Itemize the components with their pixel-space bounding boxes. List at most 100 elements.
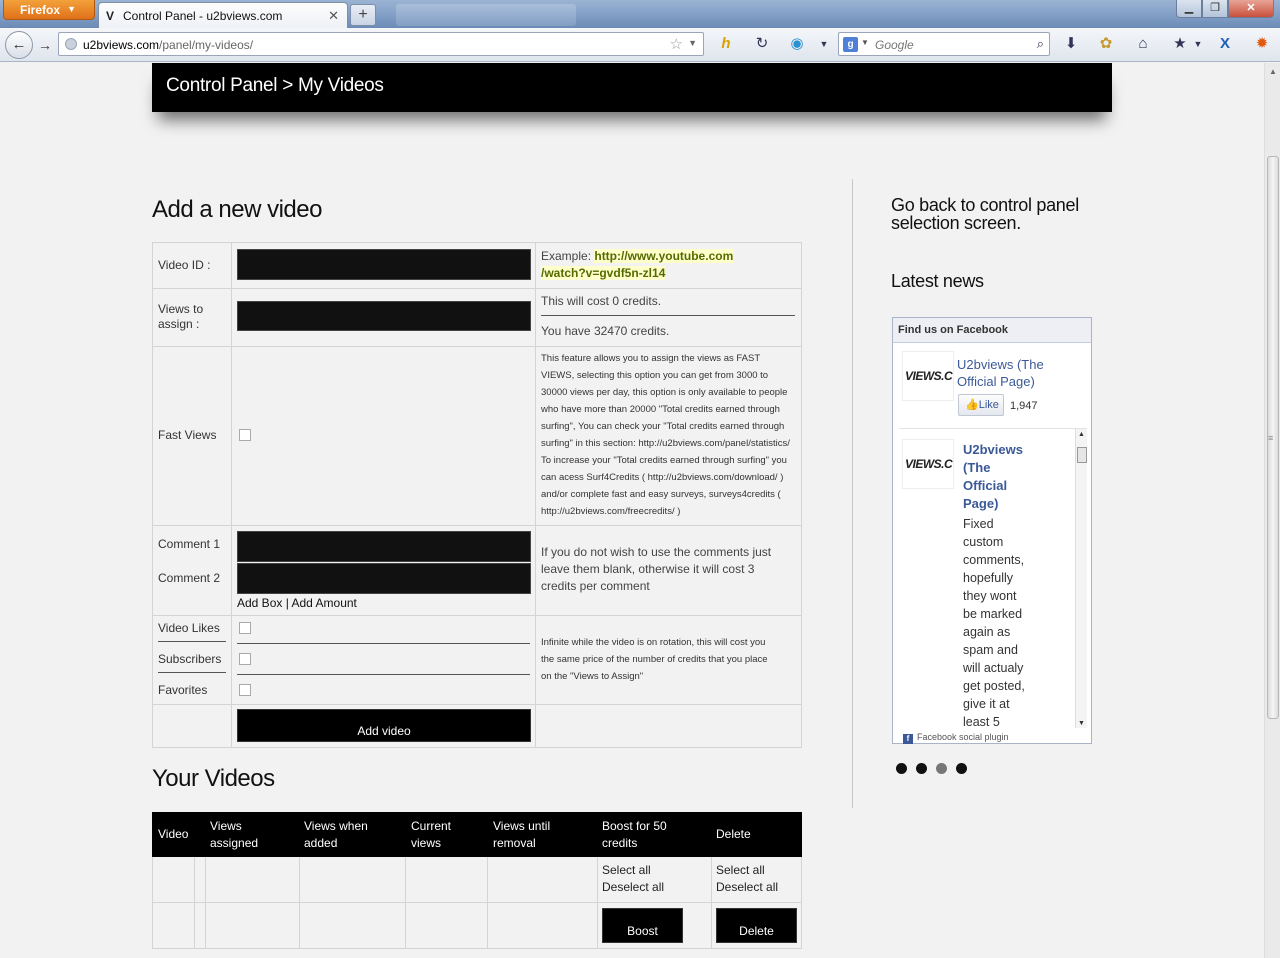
likes-divider [158,641,226,642]
facebook-icon: f [903,734,913,744]
facebook-stream[interactable]: VIEWS.C U2bviews (The Official Page) Fixed c… [899,428,1087,728]
fast-views-note-line: 30000 views per day, this option is only… [541,387,788,398]
comment-links: Add Box | Add Amount [237,596,357,611]
addon-puzzle-icon[interactable]: ✿ [1096,36,1116,52]
search-input[interactable]: g ▼ Google ⌕ [838,32,1050,56]
subscribers-label: Subscribers [158,652,222,666]
bookmark-star-icon[interactable]: ☆ [670,35,683,53]
table-row-select: Select all Deselect all Select all Desel… [152,857,802,903]
post-text-line: Fixed [963,517,994,531]
menu-dropdown-icon: ▼ [67,4,76,14]
col-delete: Delete [716,827,751,841]
search-magnifier-icon[interactable]: ⌕ [1037,36,1044,52]
forward-arrow-icon[interactable]: → [34,35,56,55]
favorites-checkbox[interactable] [239,684,251,696]
slider-dot[interactable] [936,763,947,774]
bookmarks-dropdown-icon[interactable]: ▼ [1188,36,1208,52]
add-box-link[interactable]: Add Box [237,596,282,610]
comment1-input[interactable] [237,531,531,562]
go-back-line2: selection screen. [891,213,1021,233]
comment2-input[interactable] [237,563,531,594]
tab-close-icon[interactable]: ✕ [328,8,339,24]
go-back-link[interactable]: Go back to control panel selection scree… [891,196,1101,232]
example-link-cont[interactable]: /watch?v=gvdf5n-zl14 [541,266,666,280]
col-boost: Boost for 50 credits [602,818,667,852]
fast-views-note-line: surfing", You can check your "Total cred… [541,421,785,432]
video-id-input[interactable] [237,249,531,280]
example-prefix: Example: [541,249,595,263]
fast-views-note-line: This feature allows you to assign the vi… [541,353,761,364]
fast-views-checkbox[interactable] [239,429,251,441]
add-video-heading: Add a new video [152,196,322,223]
facebook-footer-text[interactable]: Facebook social plugin [917,732,1009,742]
col-line: Views when [304,819,368,833]
new-tab-button[interactable]: + [350,4,376,26]
addon-h-icon[interactable]: h [716,36,736,52]
facebook-stream-scrollbar[interactable]: ▲ ▼ [1075,429,1087,728]
scroll-up-arrow-icon[interactable]: ▲ [1269,67,1277,76]
facebook-like-button[interactable]: 👍Like [958,394,1004,416]
views-to-assign-input[interactable] [237,301,531,331]
scroll-up-arrow-icon[interactable]: ▲ [1078,431,1085,438]
table-cell [153,903,195,948]
search-engine-dropdown-icon[interactable]: ▼ [861,38,869,47]
video-likes-checkbox[interactable] [239,622,251,634]
url-history-dropdown-icon[interactable]: ▼ [688,38,697,48]
firebug-icon[interactable]: ✹ [1252,36,1272,52]
facebook-page-name-link[interactable]: U2bviews (The Official Page) [957,356,1085,390]
facebook-post-author-link[interactable]: U2bviews (The Official Page) [963,441,1033,513]
scroll-down-arrow-icon[interactable]: ▼ [1078,720,1085,727]
facebook-like-count: 1,947 [1010,400,1038,412]
bookmarks-menu-icon[interactable]: ★ [1170,36,1190,52]
comment2-label: Comment 2 [158,571,221,585]
add-amount-link[interactable]: Add Amount [292,596,357,610]
tab-control-panel[interactable]: V Control Panel - u2bviews.com ✕ [98,2,348,28]
delete-deselect-all-link[interactable]: Deselect all [716,880,778,894]
col-line: Current [411,819,452,833]
boost-deselect-all-link[interactable]: Deselect all [602,880,664,894]
infinite-note-line: Infinite while the video is on rotation,… [541,637,766,648]
delete-button[interactable]: Delete [716,908,797,943]
delete-select-all-link[interactable]: Select all [716,863,765,877]
post-text-line: spam and [963,643,1018,657]
window-close-button[interactable]: ✕ [1228,0,1274,18]
url-bar[interactable]: u2bviews.com/panel/my-videos/ ☆ ▼ [58,32,704,56]
downloads-icon[interactable]: ⬇ [1061,36,1081,52]
post-author-line: Official [963,478,1008,493]
background-tab[interactable] [396,4,576,26]
boost-button[interactable]: Boost [602,908,683,943]
addon-x-icon[interactable]: X [1215,36,1235,52]
latest-news-heading: Latest news [891,271,984,291]
facebook-page-logo[interactable]: VIEWS.C [902,351,954,401]
page-scrollbar[interactable]: ▲ ≡ [1264,63,1280,958]
page-title: Control Panel > My Videos [166,75,384,96]
back-arrow-icon[interactable]: ← [5,31,33,59]
post-text-line: give it at [963,697,1010,711]
table-cell [153,857,195,902]
boost-select-all-link[interactable]: Select all [602,863,651,877]
add-video-button[interactable]: Add video [237,709,531,742]
home-icon[interactable]: ⌂ [1133,36,1153,52]
reload-icon[interactable]: ↻ [752,36,772,52]
search-engine-icon[interactable]: g [843,37,858,52]
col-views-when-added: Views when added [304,818,368,852]
facebook-post-logo[interactable]: VIEWS.C [902,439,954,489]
window-minimize-button[interactable]: ▁ [1176,0,1202,18]
firefox-menu-button[interactable]: Firefox ▼ [3,0,95,20]
slider-dot[interactable] [956,763,967,774]
site-identity-icon[interactable] [65,38,77,50]
your-videos-heading: Your Videos [152,765,275,792]
scroll-thumb[interactable] [1077,447,1087,463]
subscribers-divider-right [237,674,530,675]
col-video: Video [158,827,189,841]
addon-bird-icon[interactable]: ◉ [787,36,807,52]
slider-dot[interactable] [896,763,907,774]
subscribers-checkbox[interactable] [239,653,251,665]
slider-dot[interactable] [916,763,927,774]
url-host: u2bviews.com [83,38,160,52]
window-maximize-button[interactable]: ❐ [1202,0,1228,18]
example-link[interactable]: http://www.youtube.com [594,249,734,263]
addon-dropdown-icon[interactable]: ▼ [814,36,834,52]
cost-text: This will cost 0 credits. [541,294,662,308]
fast-views-note: This feature allows you to assign the vi… [541,350,799,520]
